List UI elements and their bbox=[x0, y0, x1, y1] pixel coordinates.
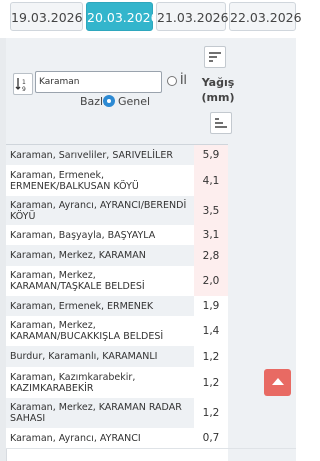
table-row[interactable]: Karaman, Merkez, KARAMAN/BUCAKKIŞLA BELD… bbox=[6, 316, 296, 347]
radio-il[interactable] bbox=[167, 76, 177, 86]
rainfall-value: 1,2 bbox=[194, 398, 228, 428]
table-row[interactable]: Karaman, Ermenek, ERMENEK 1,9 bbox=[6, 296, 296, 317]
row-filler bbox=[228, 428, 296, 448]
rainfall-value: 3,1 bbox=[194, 225, 228, 245]
table-row[interactable]: Karaman, Kazımkarabekir, KAZIMKARABEKİR 1… bbox=[6, 367, 296, 399]
sort-asc-icon bbox=[215, 118, 227, 128]
station-name: Karaman, Sarıveliler, SARIVELİLER bbox=[10, 149, 173, 161]
rainfall-value: 2,8 bbox=[194, 245, 228, 266]
row-filler bbox=[228, 346, 296, 367]
sort-desc-button[interactable] bbox=[204, 46, 226, 68]
sort-asc-button[interactable] bbox=[210, 112, 232, 134]
scroll-to-top-button[interactable] bbox=[264, 369, 291, 396]
rainfall-value: 4,1 bbox=[194, 165, 228, 196]
radio-il-label: İl bbox=[180, 73, 187, 87]
table-row[interactable]: Karaman, Merkez, KARAMAN/TAŞKALE BELDESİ… bbox=[6, 266, 296, 297]
rainfall-value: 1,4 bbox=[194, 316, 228, 346]
table-row[interactable]: Karaman, Ayrancı, AYRANCI 0,7 bbox=[6, 428, 296, 449]
station-name: Karaman, Kazımkarabekir, KAZIMKARABEKİR bbox=[10, 371, 136, 394]
rainfall-value: 1,2 bbox=[194, 346, 228, 367]
genel-label: Genel bbox=[118, 95, 151, 108]
column-title-line2: (mm) bbox=[201, 91, 235, 104]
station-name: Karaman, Merkez, KARAMAN/BUCAKKIŞLA BELD… bbox=[10, 320, 164, 342]
column-title-line1: Yağış bbox=[201, 76, 235, 89]
row-filler bbox=[228, 196, 296, 225]
svg-text:9: 9 bbox=[22, 86, 26, 93]
station-name: Karaman, Ermenek, ERMENEK bbox=[10, 300, 154, 312]
sort-az-icon: 1 9 bbox=[15, 78, 26, 93]
table-row[interactable]: Karaman, Merkez, KARAMAN RADAR SAHASI 1,2 bbox=[6, 398, 296, 429]
rainfall-value: 0,7 bbox=[194, 428, 228, 448]
row-filler bbox=[228, 266, 296, 296]
row-filler bbox=[228, 145, 296, 165]
row-filler bbox=[228, 165, 296, 196]
rainfall-value: 1,9 bbox=[194, 296, 228, 316]
table-row[interactable]: Karaman, Başyayla, BAŞYAYLA 3,1 bbox=[6, 225, 296, 246]
date-tabs: 19.03.2026 20.03.2026 21.03.2026 22.03.2… bbox=[0, 0, 302, 38]
station-name: Karaman, Başyayla, BAŞYAYLA bbox=[10, 229, 156, 241]
column-title: Yağış (mm) bbox=[198, 75, 238, 105]
row-filler bbox=[228, 225, 296, 245]
station-name: Karaman, Ayrancı, AYRANCI/BERENDİ KÖYÜ bbox=[10, 199, 187, 222]
row-filler bbox=[228, 398, 296, 428]
table-row[interactable]: Karaman, Ermenek, ERMENEK/BALKUSAN KÖYÜ 4… bbox=[6, 165, 296, 197]
tab-19-03-2026[interactable]: 19.03.2026 bbox=[10, 2, 83, 31]
svg-text:1: 1 bbox=[22, 79, 26, 86]
table-row[interactable]: Karaman, Ayrancı, AYRANCI/BERENDİ KÖYÜ 3,… bbox=[6, 196, 296, 226]
station-name: Karaman, Merkez, KARAMAN RADAR SAHASI bbox=[10, 402, 182, 424]
station-name: Karaman, Ermenek, ERMENEK/BALKUSAN KÖYÜ bbox=[10, 169, 139, 192]
station-name: Burdur, Karamanlı, KARAMANLI bbox=[10, 351, 158, 362]
station-name: Karaman, Ayrancı, AYRANCI bbox=[10, 432, 141, 444]
table-row[interactable]: Karaman, Merkez, KARAMAN 2,8 bbox=[6, 245, 296, 267]
row-filler bbox=[228, 316, 296, 346]
rainfall-value: 1,2 bbox=[194, 367, 228, 398]
row-filler bbox=[228, 245, 296, 266]
station-name: Karaman, Merkez, KARAMAN/TAŞKALE BELDESİ bbox=[10, 270, 145, 292]
tab-22-03-2026[interactable]: 22.03.2026 bbox=[229, 2, 302, 31]
sort-button[interactable]: 1 9 bbox=[13, 73, 33, 95]
search-input[interactable] bbox=[35, 71, 162, 93]
radio-genel[interactable] bbox=[103, 95, 115, 107]
rainfall-value: 5,9 bbox=[194, 145, 228, 165]
row-filler bbox=[228, 296, 296, 316]
rainfall-value: 2,0 bbox=[194, 266, 228, 296]
tab-21-03-2026[interactable]: 21.03.2026 bbox=[156, 2, 229, 31]
tab-20-03-2026[interactable]: 20.03.2026 bbox=[86, 2, 159, 31]
rainfall-value: 3,5 bbox=[194, 196, 228, 225]
station-name: Karaman, Merkez, KARAMAN bbox=[10, 250, 146, 261]
table-row[interactable]: Burdur, Karamanlı, KARAMANLI 1,2 bbox=[6, 346, 296, 368]
table-row[interactable]: Karaman, Sarıveliler, SARIVELİLER 5,9 bbox=[6, 145, 296, 166]
sort-desc-icon bbox=[209, 52, 221, 62]
